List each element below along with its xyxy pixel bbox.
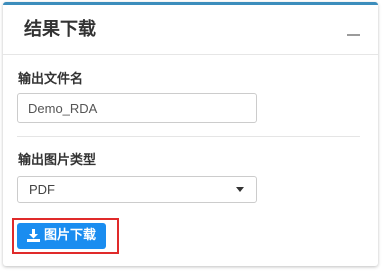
download-icon bbox=[27, 229, 40, 242]
filename-label: 输出文件名 bbox=[18, 72, 84, 87]
download-button-label: 图片下载 bbox=[44, 228, 97, 243]
panel-header: 结果下载 bbox=[3, 5, 378, 55]
filename-input[interactable] bbox=[17, 93, 257, 123]
image-type-select[interactable]: PDF bbox=[17, 176, 257, 203]
caret-down-icon bbox=[236, 187, 244, 192]
image-type-label: 输出图片类型 bbox=[18, 153, 97, 168]
panel-title: 结果下载 bbox=[24, 19, 96, 40]
divider bbox=[17, 136, 360, 137]
image-type-selected-value: PDF bbox=[29, 182, 55, 197]
collapse-button[interactable] bbox=[343, 21, 365, 43]
minus-icon bbox=[347, 34, 360, 36]
download-image-button[interactable]: 图片下载 bbox=[17, 223, 106, 249]
